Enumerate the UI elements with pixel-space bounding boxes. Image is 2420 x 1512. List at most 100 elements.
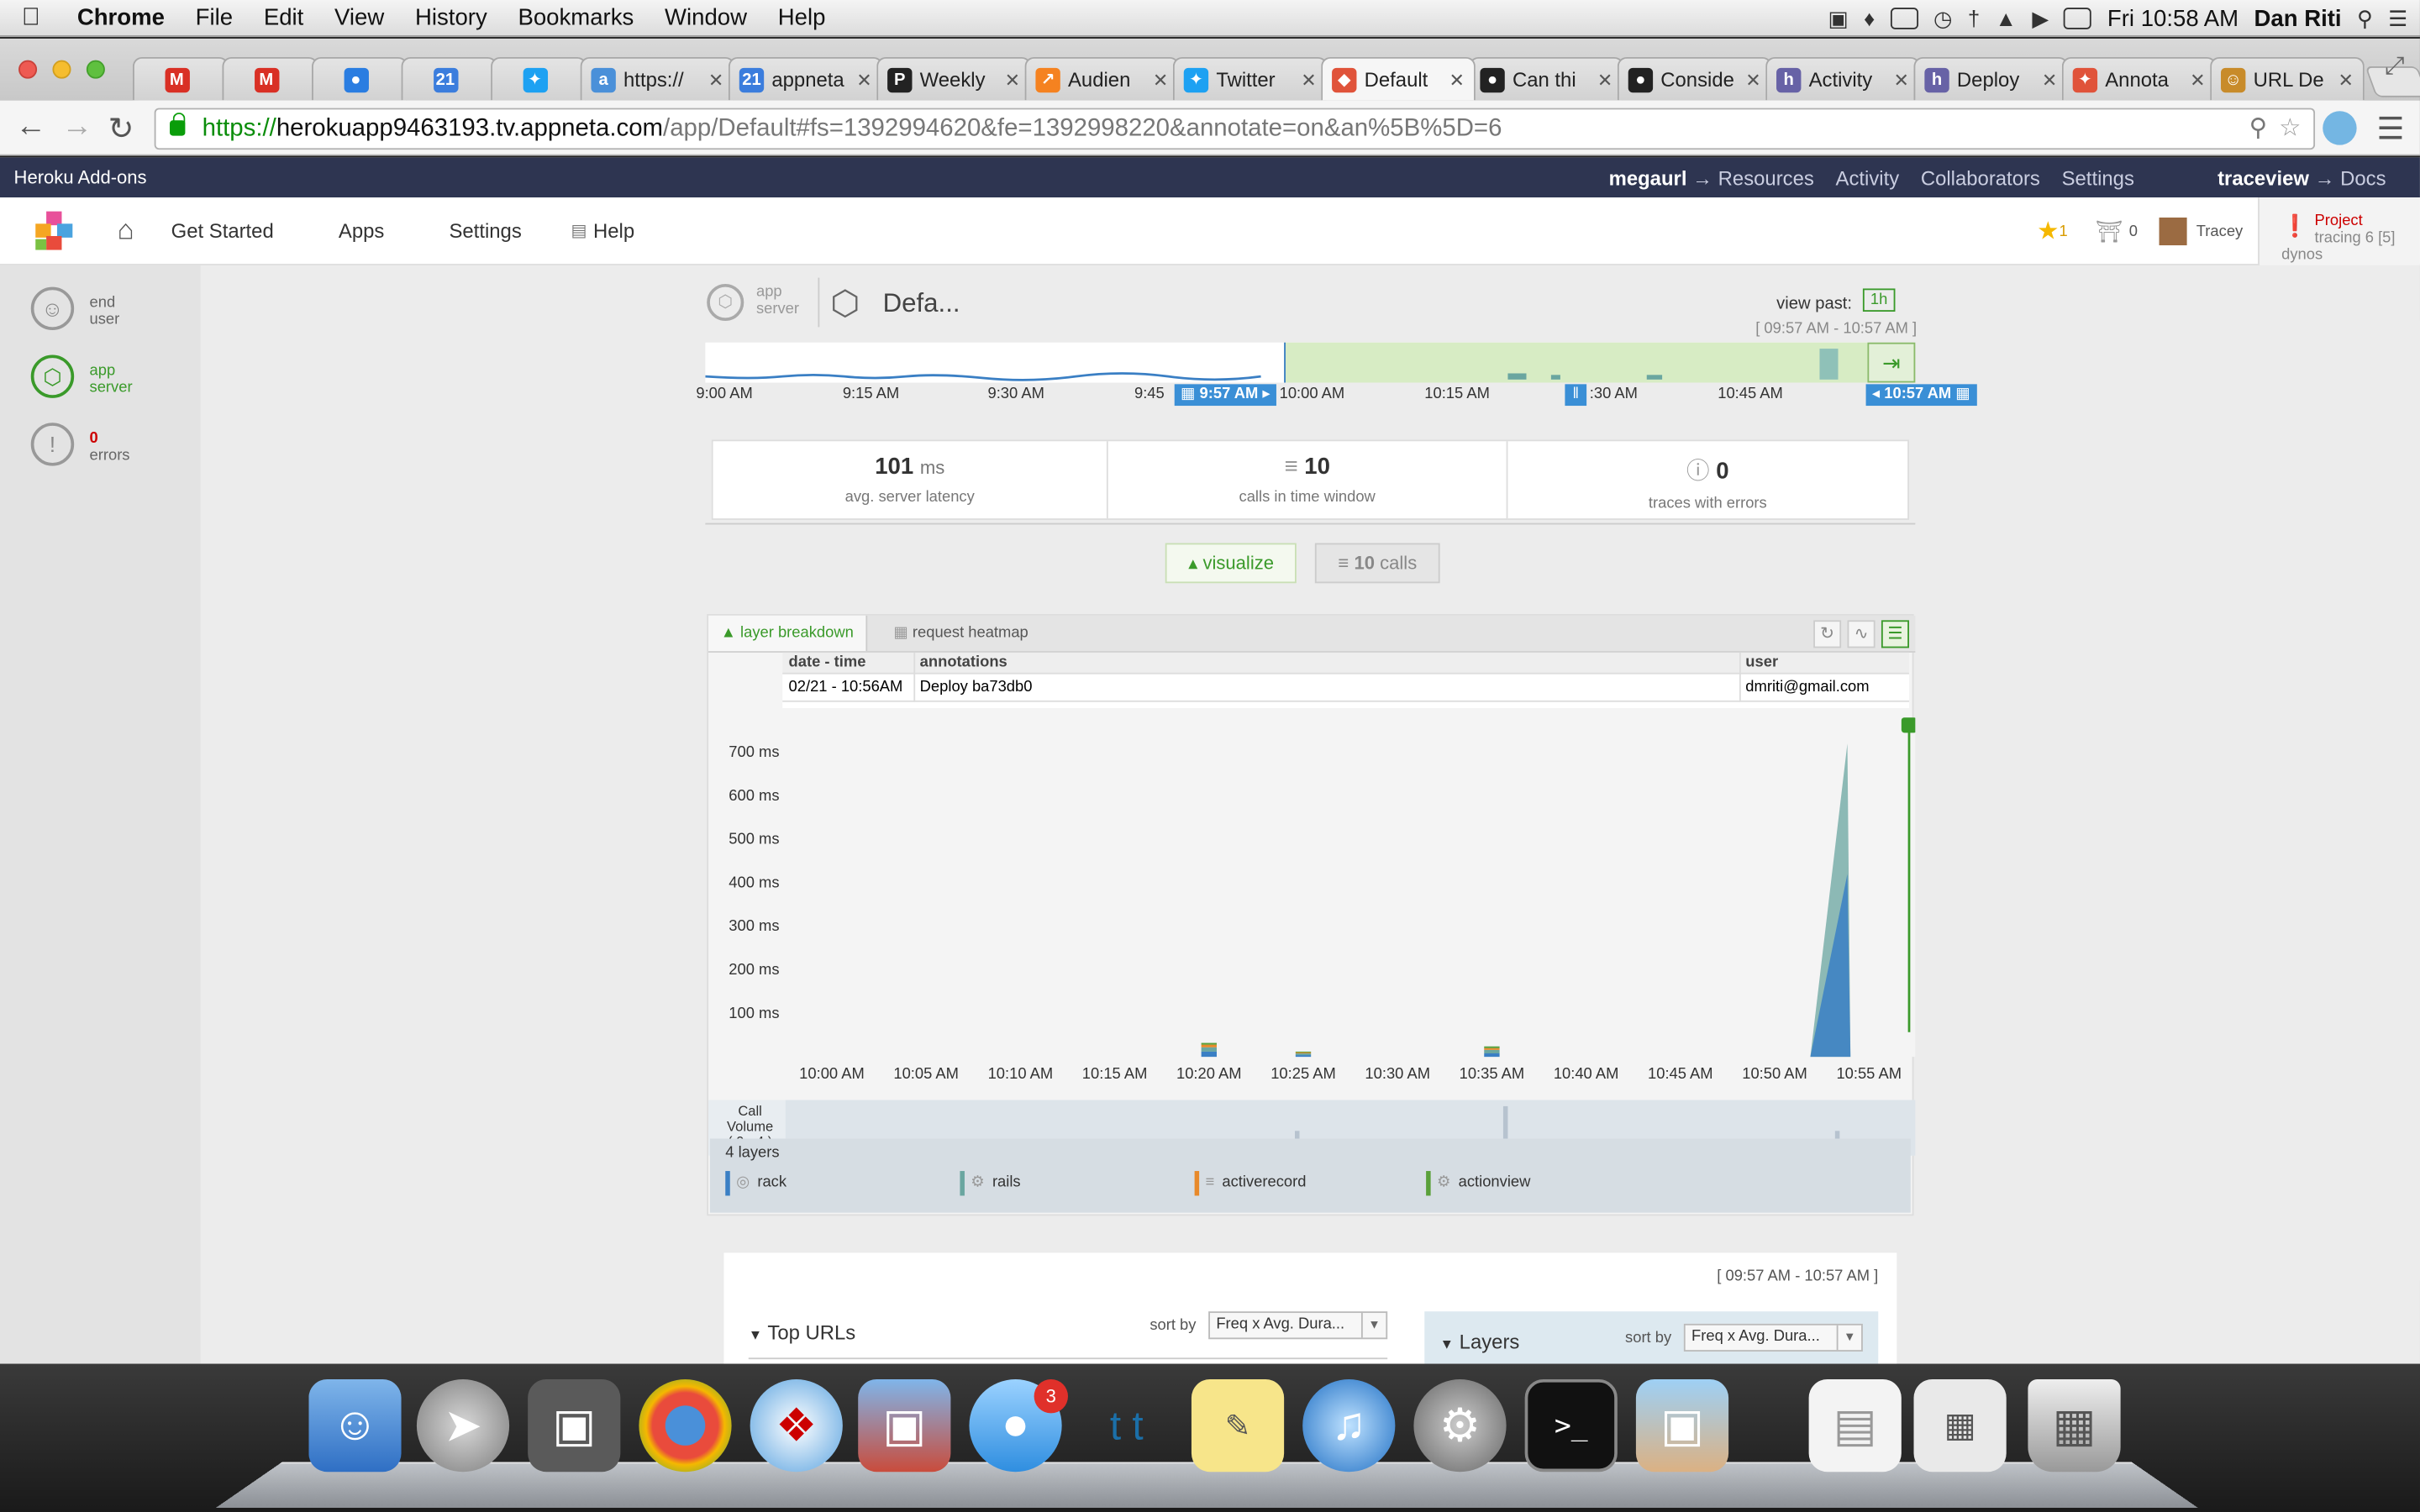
close-tab-icon[interactable]: ✕ <box>1005 69 1020 91</box>
close-tab-icon[interactable]: ✕ <box>1153 69 1168 91</box>
table-row[interactable]: 02/21 - 10:56AM Deploy ba73db0 dmriti@gm… <box>782 652 1909 702</box>
nav-apps[interactable]: Apps <box>339 219 384 243</box>
close-tab-icon[interactable]: ✕ <box>1745 69 1760 91</box>
notification-center-icon[interactable]: ☰ <box>2388 5 2407 31</box>
nav-help[interactable]: Help <box>593 219 634 243</box>
close-tab-icon[interactable]: ✕ <box>2042 69 2057 91</box>
heroku-link-activity[interactable]: Activity <box>1836 165 1900 189</box>
browser-tab[interactable]: P Weekly ✕ <box>876 56 1031 101</box>
nav-get-started[interactable]: Get Started <box>171 219 274 243</box>
legend-item-actionview[interactable]: ⚙ actionview <box>1426 1171 1530 1196</box>
bluetooth-icon[interactable]: † <box>1968 6 1980 30</box>
close-tab-icon[interactable]: ✕ <box>2190 69 2205 91</box>
photos-icon[interactable]: ▣ <box>528 1379 621 1473</box>
menubar-user[interactable]: Dan Riti <box>2254 5 2342 31</box>
annotations-toggle-icon[interactable]: ☰ <box>1881 620 1909 648</box>
heroku-link-settings[interactable]: Settings <box>2062 165 2134 189</box>
chrome-icon[interactable] <box>639 1379 732 1473</box>
jump-to-end-button[interactable]: ⇥ <box>1867 342 1916 383</box>
close-tab-icon[interactable]: ✕ <box>1597 69 1612 91</box>
time-machine-icon[interactable]: ◷ <box>1933 5 1952 31</box>
close-tab-icon[interactable]: ✕ <box>1301 69 1316 91</box>
avatar[interactable] <box>2159 217 2187 246</box>
rail-end-user[interactable]: ☺ end user <box>30 286 119 331</box>
bell-icon[interactable]: ♦ <box>1864 6 1875 30</box>
rail-app-server[interactable]: ⬡ app server <box>30 354 133 398</box>
close-tab-icon[interactable]: ✕ <box>708 69 723 91</box>
browser-tab[interactable]: ↗ Audien ✕ <box>1024 56 1180 101</box>
launchpad-icon[interactable]: ➤ <box>416 1379 510 1473</box>
chrome-menu-icon[interactable]: ☰ <box>2377 109 2405 148</box>
browser-tab[interactable]: h Activity ✕ <box>1765 56 1920 101</box>
range-drag-handle[interactable]: ‖ <box>1565 384 1587 407</box>
stickies-icon[interactable]: ✎ <box>1191 1379 1285 1473</box>
browser-tab[interactable]: 21 <box>401 56 497 101</box>
reload-icon[interactable]: ↻ <box>108 109 134 148</box>
legend-item-activerecord[interactable]: ≡ activerecord <box>1194 1171 1306 1196</box>
menubar-clock[interactable]: Fri 10:58 AM <box>2107 5 2238 31</box>
fullscreen-icon[interactable]: ⤢ <box>2385 54 2405 81</box>
layers-sort-select[interactable]: Freq x Avg. Dura... ▼ <box>1683 1323 1863 1352</box>
tab-visualize[interactable]: ▴ visualize <box>1165 543 1297 584</box>
heroku-addon-name[interactable]: traceview <box>2217 165 2309 189</box>
itunes-icon[interactable]: ♫ <box>1302 1379 1396 1473</box>
close-tab-icon[interactable]: ✕ <box>1449 69 1465 91</box>
screen-icon[interactable]: ▣ <box>1828 5 1848 31</box>
browser-tab[interactable]: ✦ <box>491 56 587 101</box>
home-icon[interactable]: ⌂ <box>118 214 134 247</box>
layers-section-title[interactable]: ▼ Layers <box>1440 1330 1520 1353</box>
browser-tab[interactable]: a https:// ✕ <box>580 56 735 101</box>
browser-tab[interactable]: M <box>222 56 318 101</box>
close-tab-icon[interactable]: ✕ <box>856 69 871 91</box>
browser-tab[interactable]: ● Conside ✕ <box>1617 56 1772 101</box>
close-window-button[interactable] <box>18 60 38 79</box>
battery-icon-1[interactable] <box>1890 8 1918 29</box>
refresh-icon[interactable]: ↻ <box>1813 620 1842 648</box>
browser-tab[interactable]: h Deploy ✕ <box>1913 56 2069 101</box>
minimize-window-button[interactable] <box>52 60 71 79</box>
browser-tab[interactable]: ● <box>312 56 408 101</box>
wifi-icon[interactable]: ▲ <box>1996 6 2017 30</box>
legend-item-rack[interactable]: ◎ rack <box>725 1171 786 1196</box>
heroku-link-collaborators[interactable]: Collaborators <box>1921 165 2040 189</box>
documents-folder-icon[interactable]: ▤ <box>1808 1379 1902 1473</box>
tab-request-heatmap[interactable]: ▦ request heatmap <box>881 616 1041 651</box>
app-name[interactable]: Defa... <box>883 288 960 319</box>
extension-icon[interactable] <box>2323 111 2357 145</box>
menu-history[interactable]: History <box>400 5 502 31</box>
terminal-icon[interactable]: >_ <box>1524 1379 1618 1473</box>
top-urls-sort-select[interactable]: Freq x Avg. Dura... ▼ <box>1208 1311 1388 1340</box>
menu-bookmarks[interactable]: Bookmarks <box>502 5 650 31</box>
range-end-handle[interactable]: ◂ 10:57 AM ▦ <box>1865 384 1977 407</box>
traceview-logo-icon[interactable] <box>31 207 77 254</box>
legend-item-rails[interactable]: ⚙ rails <box>960 1171 1021 1196</box>
tweetdeck-icon[interactable]: t t <box>1081 1379 1173 1472</box>
forward-arrow-icon[interactable]: → <box>61 109 92 144</box>
nav-settings[interactable]: Settings <box>449 219 521 243</box>
layer-breakdown-chart[interactable]: 700 ms 600 ms 500 ms 400 ms 300 ms 200 ms 100 … <box>708 717 1916 1103</box>
back-arrow-icon[interactable]: ← <box>15 109 46 144</box>
menu-view[interactable]: View <box>319 5 400 31</box>
bookmark-star-icon[interactable]: ☆ <box>2279 109 2301 148</box>
apple-menu-icon[interactable]:  <box>0 4 61 32</box>
view-past-selector[interactable]: 1h <box>1862 288 1896 312</box>
screen-sharing-icon[interactable]: ▣ <box>858 1379 951 1473</box>
tab-calls[interactable]: ≡ 10 calls <box>1314 543 1440 584</box>
heroku-link-resources[interactable]: Resources <box>1718 165 1814 189</box>
project-selector[interactable]: ❗ Project tracing 6 [5] dynos <box>2258 197 2420 265</box>
downloads-stack-icon[interactable]: ▦ <box>1913 1379 2007 1473</box>
range-start-handle[interactable]: ▦ 9:57 AM ▸ <box>1174 384 1277 407</box>
preview-icon[interactable]: ▣ <box>1635 1379 1729 1473</box>
heroku-app-name[interactable]: megaurl <box>1609 165 1687 189</box>
battery-icon[interactable] <box>2064 8 2092 29</box>
heroku-docs-link[interactable]: Docs <box>2340 165 2386 189</box>
browser-tab[interactable]: ● Can thi ✕ <box>1469 56 1624 101</box>
menu-window[interactable]: Window <box>650 5 763 31</box>
alert-shield-icon[interactable]: ⛩ <box>2096 218 2123 244</box>
top-urls-title[interactable]: ▼ Top URLs <box>749 1320 855 1344</box>
browser-tab[interactable]: ✦ Annota ✕ <box>2061 56 2217 101</box>
system-preferences-icon[interactable]: ⚙ <box>1413 1379 1507 1473</box>
timeline-strip[interactable]: ⇥ <box>705 342 1916 383</box>
browser-tab[interactable]: M <box>132 56 229 101</box>
close-tab-icon[interactable]: ✕ <box>2338 69 2353 91</box>
